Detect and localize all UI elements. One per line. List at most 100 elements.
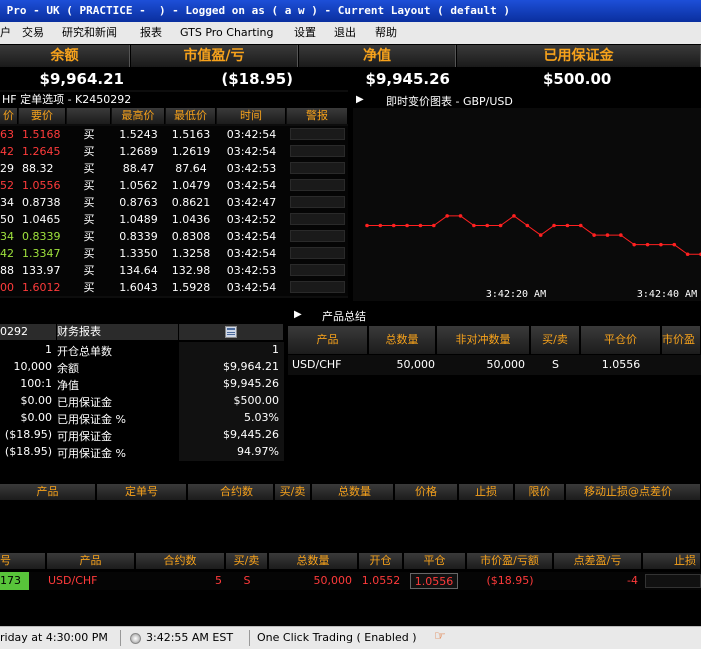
rate-action[interactable]: 买	[67, 126, 111, 143]
hand-click-icon[interactable]: ☞	[434, 627, 446, 647]
rate-row[interactable]: 42 1.3347 买 1.3350 1.3258 03:42:54	[0, 245, 348, 262]
rate-ask[interactable]: 0.8738	[19, 194, 66, 211]
chart-plot-area[interactable]: 3:42:20 AM 3:42:40 AM	[353, 108, 701, 301]
pos-col-lots[interactable]: 合约数	[136, 553, 225, 569]
ps-col-unhedged[interactable]: 非对冲数量	[437, 326, 530, 354]
rate-row[interactable]: 50 1.0465 买 1.0489 1.0436 03:42:52	[0, 211, 348, 228]
rate-ask[interactable]: 1.0556	[19, 177, 66, 194]
rate-bid[interactable]: 34	[0, 228, 18, 245]
rate-alert-field[interactable]	[290, 247, 345, 259]
rate-action[interactable]: 买	[67, 160, 111, 177]
rate-action[interactable]: 买	[67, 245, 111, 262]
rate-alert-field[interactable]	[290, 128, 345, 140]
product-summary-collapse-icon[interactable]: ▶	[294, 309, 302, 320]
col-alert[interactable]: 警报	[287, 108, 348, 124]
rate-ask[interactable]: 1.5168	[19, 126, 66, 143]
rate-action[interactable]: 买	[67, 211, 111, 228]
rate-row[interactable]: 42 1.2645 买 1.2689 1.2619 03:42:54	[0, 143, 348, 160]
pos-col-open[interactable]: 开仓	[359, 553, 403, 569]
ps-col-side[interactable]: 买/卖	[531, 326, 580, 354]
rate-row[interactable]: 34 0.8738 买 0.8763 0.8621 03:42:47	[0, 194, 348, 211]
rate-bid[interactable]: 50	[0, 211, 18, 228]
rate-bid[interactable]: 88	[0, 262, 18, 279]
menu-item-charting[interactable]: GTS Pro Charting	[180, 22, 274, 44]
pos-col-total[interactable]: 总数量	[269, 553, 358, 569]
rate-ask[interactable]: 0.8339	[19, 228, 66, 245]
rate-action[interactable]: 买	[67, 228, 111, 245]
rate-ask[interactable]: 1.2645	[19, 143, 66, 160]
chart-collapse-icon[interactable]: ▶	[356, 94, 364, 105]
rate-bid[interactable]: 29	[0, 160, 18, 177]
rate-alert-field[interactable]	[290, 145, 345, 157]
ps-col-product[interactable]: 产品	[288, 326, 368, 354]
pos-col-id[interactable]: 号	[0, 553, 46, 569]
menu-item-settings[interactable]: 设置	[294, 22, 316, 44]
col-ask[interactable]: 要价	[19, 108, 66, 124]
orders-col-order-no[interactable]: 定单号	[97, 484, 187, 500]
pos-col-product[interactable]: 产品	[47, 553, 135, 569]
rate-row[interactable]: 63 1.5168 买 1.5243 1.5163 03:42:54	[0, 126, 348, 143]
menu-item-help[interactable]: 帮助	[375, 22, 397, 44]
ps-row[interactable]: USD/CHF 50,000 50,000 S 1.0556	[288, 355, 701, 375]
rate-action[interactable]: 买	[67, 194, 111, 211]
orders-col-total[interactable]: 总数量	[312, 484, 394, 500]
orders-col-lots[interactable]: 合约数	[188, 484, 274, 500]
rate-alert-field[interactable]	[290, 281, 345, 293]
rate-alert-field[interactable]	[290, 162, 345, 174]
rate-bid[interactable]: 34	[0, 194, 18, 211]
rate-ask[interactable]: 133.97	[19, 262, 66, 279]
rate-action[interactable]: 买	[67, 279, 111, 296]
rate-alert-field[interactable]	[290, 230, 345, 242]
ps-col-close[interactable]: 平仓价	[581, 326, 661, 354]
rate-alert-field[interactable]	[290, 213, 345, 225]
col-action[interactable]	[67, 108, 111, 124]
rate-action[interactable]: 买	[67, 177, 111, 194]
orders-col-price[interactable]: 价格	[395, 484, 458, 500]
pos-col-pl[interactable]: 市价盈/亏额	[467, 553, 553, 569]
pos-row-close[interactable]: 1.0556	[410, 573, 458, 589]
rate-row[interactable]: 34 0.8339 买 0.8339 0.8308 03:42:54	[0, 228, 348, 245]
rate-bid[interactable]: 00	[0, 279, 18, 296]
pos-col-stop[interactable]: 止损	[643, 553, 701, 569]
menu-item-exit[interactable]: 退出	[334, 22, 356, 44]
rate-alert-field[interactable]	[290, 196, 345, 208]
rate-ask[interactable]: 1.3347	[19, 245, 66, 262]
rate-bid[interactable]: 42	[0, 143, 18, 160]
position-row[interactable]: 173 USD/CHF 5 S 50,000 1.0552 1.0556 ($1…	[0, 572, 701, 590]
rate-bid[interactable]: 52	[0, 177, 18, 194]
col-low[interactable]: 最低价	[166, 108, 216, 124]
pos-col-side[interactable]: 买/卖	[226, 553, 268, 569]
pos-row-stop-field[interactable]	[645, 574, 701, 588]
rate-row[interactable]: 52 1.0556 买 1.0562 1.0479 03:42:54	[0, 177, 348, 194]
pos-col-close[interactable]: 平仓	[404, 553, 466, 569]
orders-col-side[interactable]: 买/卖	[275, 484, 311, 500]
rate-alert-field[interactable]	[290, 264, 345, 276]
rate-row[interactable]: 88 133.97 买 134.64 132.98 03:42:53	[0, 262, 348, 279]
menu-item-research[interactable]: 研究和新闻	[62, 22, 117, 44]
col-bid[interactable]: 价	[0, 108, 18, 124]
rate-action[interactable]: 买	[67, 143, 111, 160]
rate-ask[interactable]: 1.0465	[19, 211, 66, 228]
rate-action[interactable]: 买	[67, 262, 111, 279]
rate-alert-field[interactable]	[290, 179, 345, 191]
rate-row[interactable]: 00 1.6012 买 1.6043 1.5928 03:42:54	[0, 279, 348, 296]
rate-bid[interactable]: 42	[0, 245, 18, 262]
orders-col-trailing[interactable]: 移动止损@点差价	[566, 484, 701, 500]
ps-col-pl[interactable]: 市价盈	[662, 326, 701, 354]
finance-report-icon[interactable]	[179, 324, 284, 340]
menu-item-trade[interactable]: 交易	[22, 22, 44, 44]
status-one-click[interactable]: One Click Trading ( Enabled )	[257, 628, 416, 648]
rate-row[interactable]: 29 88.32 买 88.47 87.64 03:42:53	[0, 160, 348, 177]
col-high[interactable]: 最高价	[112, 108, 165, 124]
pos-col-pips[interactable]: 点差盈/亏	[554, 553, 642, 569]
rate-ask[interactable]: 1.6012	[19, 279, 66, 296]
orders-col-limit[interactable]: 限价	[515, 484, 565, 500]
rate-ask[interactable]: 88.32	[19, 160, 66, 177]
rate-bid[interactable]: 63	[0, 126, 18, 143]
col-time[interactable]: 时间	[217, 108, 286, 124]
menu-item-account[interactable]: 户	[0, 22, 11, 44]
orders-col-product[interactable]: 产品	[0, 484, 96, 500]
menu-item-reports[interactable]: 报表	[140, 22, 162, 44]
ps-col-total[interactable]: 总数量	[369, 326, 436, 354]
orders-col-stop[interactable]: 止损	[459, 484, 514, 500]
